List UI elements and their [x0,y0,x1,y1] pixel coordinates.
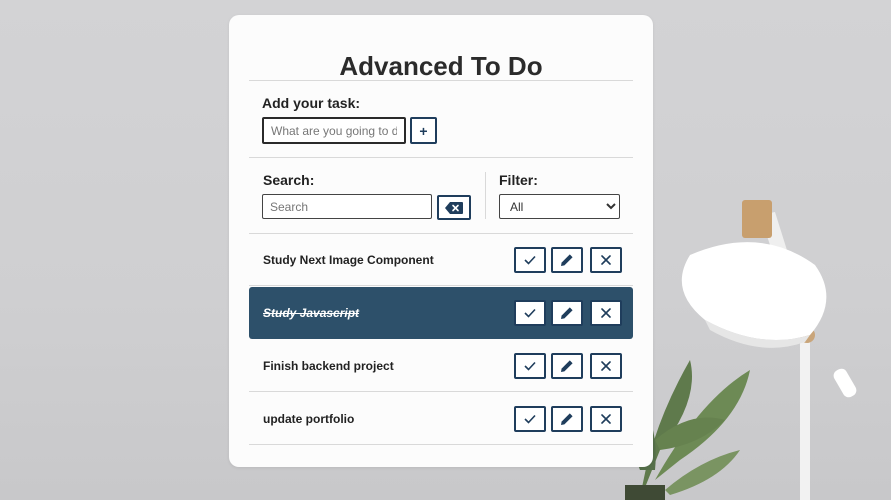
edit-task-button[interactable] [551,300,583,326]
task-row: update portfolio [249,393,633,445]
app-title: Advanced To Do [339,51,543,81]
todo-card: Advanced To Do Add your task: + Search: … [229,15,653,467]
pencil-icon [561,307,573,319]
edit-task-button[interactable] [551,353,583,379]
check-icon [524,308,536,318]
divider [249,157,633,158]
lamp-brass [742,200,772,238]
lamp-arm [760,212,812,335]
close-icon [601,361,611,371]
plus-icon: + [419,122,428,139]
clear-search-button[interactable] [437,195,471,220]
lamp-joint [799,327,815,343]
edit-task-button[interactable] [551,247,583,273]
add-task-label: Add your task: [262,95,361,111]
close-icon [601,414,611,424]
delete-task-button[interactable] [590,300,622,326]
backspace-icon [445,201,463,214]
vertical-divider [485,172,486,219]
task-text: update portfolio [263,412,355,426]
lamp-pole [800,330,810,500]
complete-task-button[interactable] [514,406,546,432]
divider [249,80,633,81]
delete-task-button[interactable] [590,353,622,379]
check-icon [524,361,536,371]
add-task-input[interactable] [262,117,406,144]
complete-task-button[interactable] [514,353,546,379]
pencil-icon [561,254,573,266]
filter-label: Filter: [499,172,538,188]
edit-task-button[interactable] [551,406,583,432]
task-row-completed: Study Javascript [249,287,633,339]
search-input[interactable] [262,194,432,219]
delete-task-button[interactable] [590,247,622,273]
task-text: Finish backend project [263,359,394,373]
add-task-button[interactable]: + [410,117,437,144]
check-icon [524,255,536,265]
task-text: Study Next Image Component [263,253,434,267]
task-row: Study Next Image Component [249,234,633,286]
close-icon [601,255,611,265]
delete-task-button[interactable] [590,406,622,432]
task-row: Finish backend project [249,340,633,392]
close-icon [601,308,611,318]
pencil-icon [561,413,573,425]
check-icon [524,414,536,424]
pencil-icon [561,360,573,372]
complete-task-button[interactable] [514,247,546,273]
lamp-shade [681,242,827,340]
search-label: Search: [263,172,315,188]
complete-task-button[interactable] [514,300,546,326]
task-text: Study Javascript [263,306,360,320]
filter-select[interactable]: All [499,194,620,219]
